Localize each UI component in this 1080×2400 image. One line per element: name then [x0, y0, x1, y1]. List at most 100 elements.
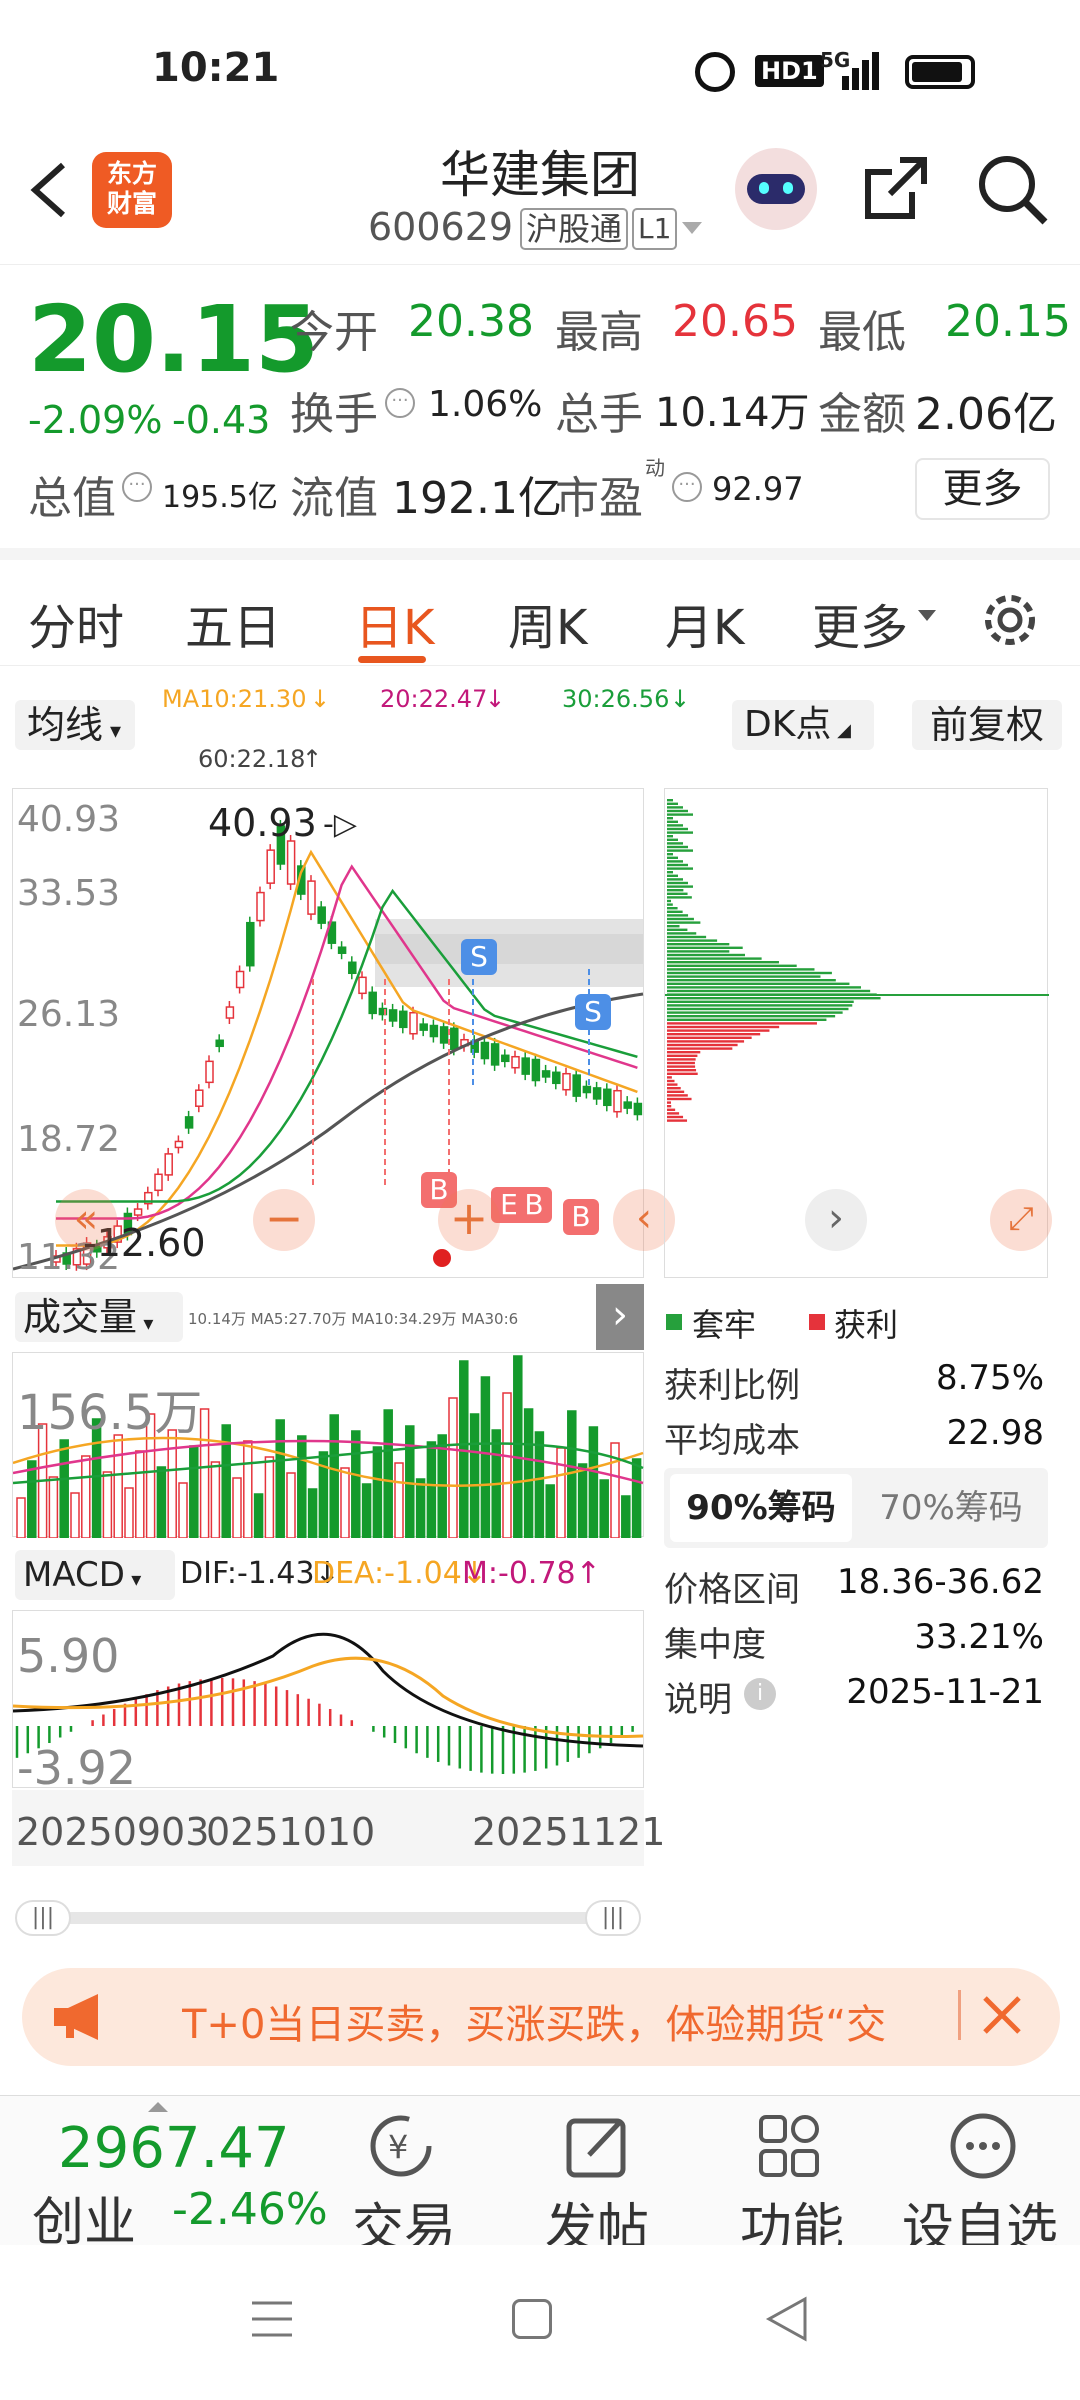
volume-bar: [480, 1376, 491, 1539]
tab-monthly-k[interactable]: 月K: [665, 588, 744, 658]
chip-bar: [667, 1069, 697, 1072]
range-slider[interactable]: ||| |||: [15, 1900, 641, 1936]
tab-70-chips[interactable]: 70%筹码: [860, 1474, 1042, 1542]
tab-daily-k[interactable]: 日K: [355, 588, 434, 658]
tab-wuri[interactable]: 五日: [185, 588, 281, 658]
volume-indicator-button[interactable]: 成交量 ▾: [15, 1292, 183, 1342]
volume-bar: [415, 1478, 426, 1539]
tab-weekly-k[interactable]: 周K: [508, 588, 587, 658]
dropdown-icon[interactable]: [682, 222, 702, 234]
chevron-right-icon[interactable]: ›: [805, 1189, 867, 1251]
close-icon[interactable]: [977, 1990, 1027, 2040]
promo-banner[interactable]: T+0当日买卖，买涨买跌，体验期货“交: [22, 1968, 1060, 2066]
status-bar: 10:21 HD1 5G: [0, 0, 1080, 130]
chip-bar: [667, 910, 683, 913]
active-tab-indicator: [358, 656, 426, 663]
sell-signal-badge[interactable]: S: [575, 994, 611, 1030]
menu-icon[interactable]: [250, 2297, 294, 2341]
candle: [317, 906, 326, 924]
home-icon[interactable]: [512, 2299, 552, 2339]
chip-bar: [667, 799, 673, 802]
info-icon[interactable]: ···: [672, 472, 702, 502]
volume-bar: [329, 1414, 339, 1539]
chevron-right-icon[interactable]: ›: [596, 1284, 644, 1350]
volume-bar: [588, 1426, 599, 1539]
more-quote-button[interactable]: 更多: [915, 458, 1050, 520]
candle: [337, 946, 347, 954]
tab-fenshi[interactable]: 分时: [28, 588, 124, 658]
stock-header: 东方 财富 华建集团 600629 沪股通 L1: [0, 130, 1080, 265]
info-icon[interactable]: i: [744, 1678, 776, 1710]
chip-bar: [667, 831, 693, 834]
index-value[interactable]: 2967.47: [58, 2116, 290, 2181]
post-icon[interactable]: [563, 2111, 633, 2181]
dk-point-button[interactable]: DK点 ◢: [732, 700, 874, 750]
back-nav-icon[interactable]: [765, 2295, 809, 2343]
chip-bar: [667, 817, 673, 820]
assistant-robot-icon[interactable]: [735, 148, 817, 230]
candle: [613, 1089, 622, 1113]
gear-icon[interactable]: [980, 590, 1040, 650]
info-icon[interactable]: ···: [122, 472, 152, 502]
candle: [286, 840, 296, 885]
chip-bar: [667, 939, 718, 942]
candle: [256, 891, 265, 922]
kline-chart[interactable]: 40.93 33.53 26.13 18.72 11.32 40.93 -▷ -…: [12, 788, 675, 1278]
search-icon[interactable]: [975, 152, 1050, 227]
candle: [195, 1089, 204, 1107]
macd-button[interactable]: MACD ▾: [15, 1550, 175, 1600]
function-grid-icon[interactable]: [755, 2111, 825, 2181]
volume-bar: [469, 1413, 480, 1539]
volume-bar: [113, 1434, 123, 1539]
volume-bar: [534, 1431, 545, 1539]
trade-icon[interactable]: ¥: [366, 2111, 436, 2181]
volume-bar: [156, 1466, 167, 1539]
index-name[interactable]: 创业: [32, 2180, 136, 2255]
chip-bar: [667, 917, 694, 921]
adjust-button[interactable]: 前复权: [912, 700, 1062, 750]
y-tick: 26.13: [17, 994, 121, 1035]
expand-icon[interactable]: ⤢: [990, 1189, 1052, 1251]
chip-bar: [667, 802, 678, 805]
zoom-out-button[interactable]: −: [253, 1189, 315, 1251]
y-tick: 33.53: [17, 873, 121, 914]
chip-bar: [667, 827, 688, 831]
status-time: 10:21: [152, 45, 280, 91]
candle: [409, 1011, 418, 1035]
volume-bar: [286, 1472, 296, 1539]
buy-signal-badge[interactable]: B: [516, 1187, 552, 1223]
more-circle-icon[interactable]: [948, 2111, 1018, 2181]
chip-info: 套牢 获利 获利比例 8.75% 平均成本 22.98 90%筹码 70%筹码 …: [664, 1300, 1064, 1720]
sell-signal-badge[interactable]: S: [461, 939, 497, 975]
scroll-left-icon[interactable]: «: [55, 1189, 117, 1251]
candle: [531, 1058, 541, 1082]
chip-bar: [667, 1022, 817, 1025]
chip-bar: [667, 1040, 745, 1043]
zoom-in-button[interactable]: +: [438, 1189, 500, 1251]
market-badge: 沪股通: [520, 208, 629, 250]
share-icon[interactable]: [860, 152, 930, 224]
volume-bar: [189, 1445, 199, 1539]
bottom-nav: 2967.47 创业 -2.46% ¥ 交易 发帖 功能 设自选: [0, 2095, 1080, 2259]
candle: [174, 1140, 184, 1149]
volume-bar: [372, 1446, 383, 1539]
volume-bar: [135, 1450, 145, 1539]
profit-ratio-label: 获利比例: [664, 1366, 800, 1406]
tab-90-chips[interactable]: 90%筹码: [670, 1474, 852, 1542]
range-handle-left[interactable]: |||: [15, 1900, 71, 1936]
turnover-value: 1.06%: [428, 384, 543, 425]
chip-bar: [667, 878, 683, 881]
caret-up-icon[interactable]: [148, 2102, 168, 2112]
info-icon[interactable]: ···: [385, 388, 415, 418]
chip-bar: [667, 1112, 680, 1115]
range-handle-right[interactable]: |||: [585, 1900, 641, 1936]
ma-button[interactable]: 均线 ▾: [15, 700, 135, 750]
chip-bar: [667, 856, 678, 859]
macd-m: M:-0.78↑: [462, 1556, 601, 1591]
buy-signal-badge[interactable]: B: [563, 1199, 599, 1235]
tab-more[interactable]: 更多: [812, 588, 908, 658]
candle: [388, 1009, 398, 1022]
chip-bar: [667, 1115, 684, 1119]
chip-bar: [667, 961, 779, 964]
chip-bar: [667, 975, 821, 978]
